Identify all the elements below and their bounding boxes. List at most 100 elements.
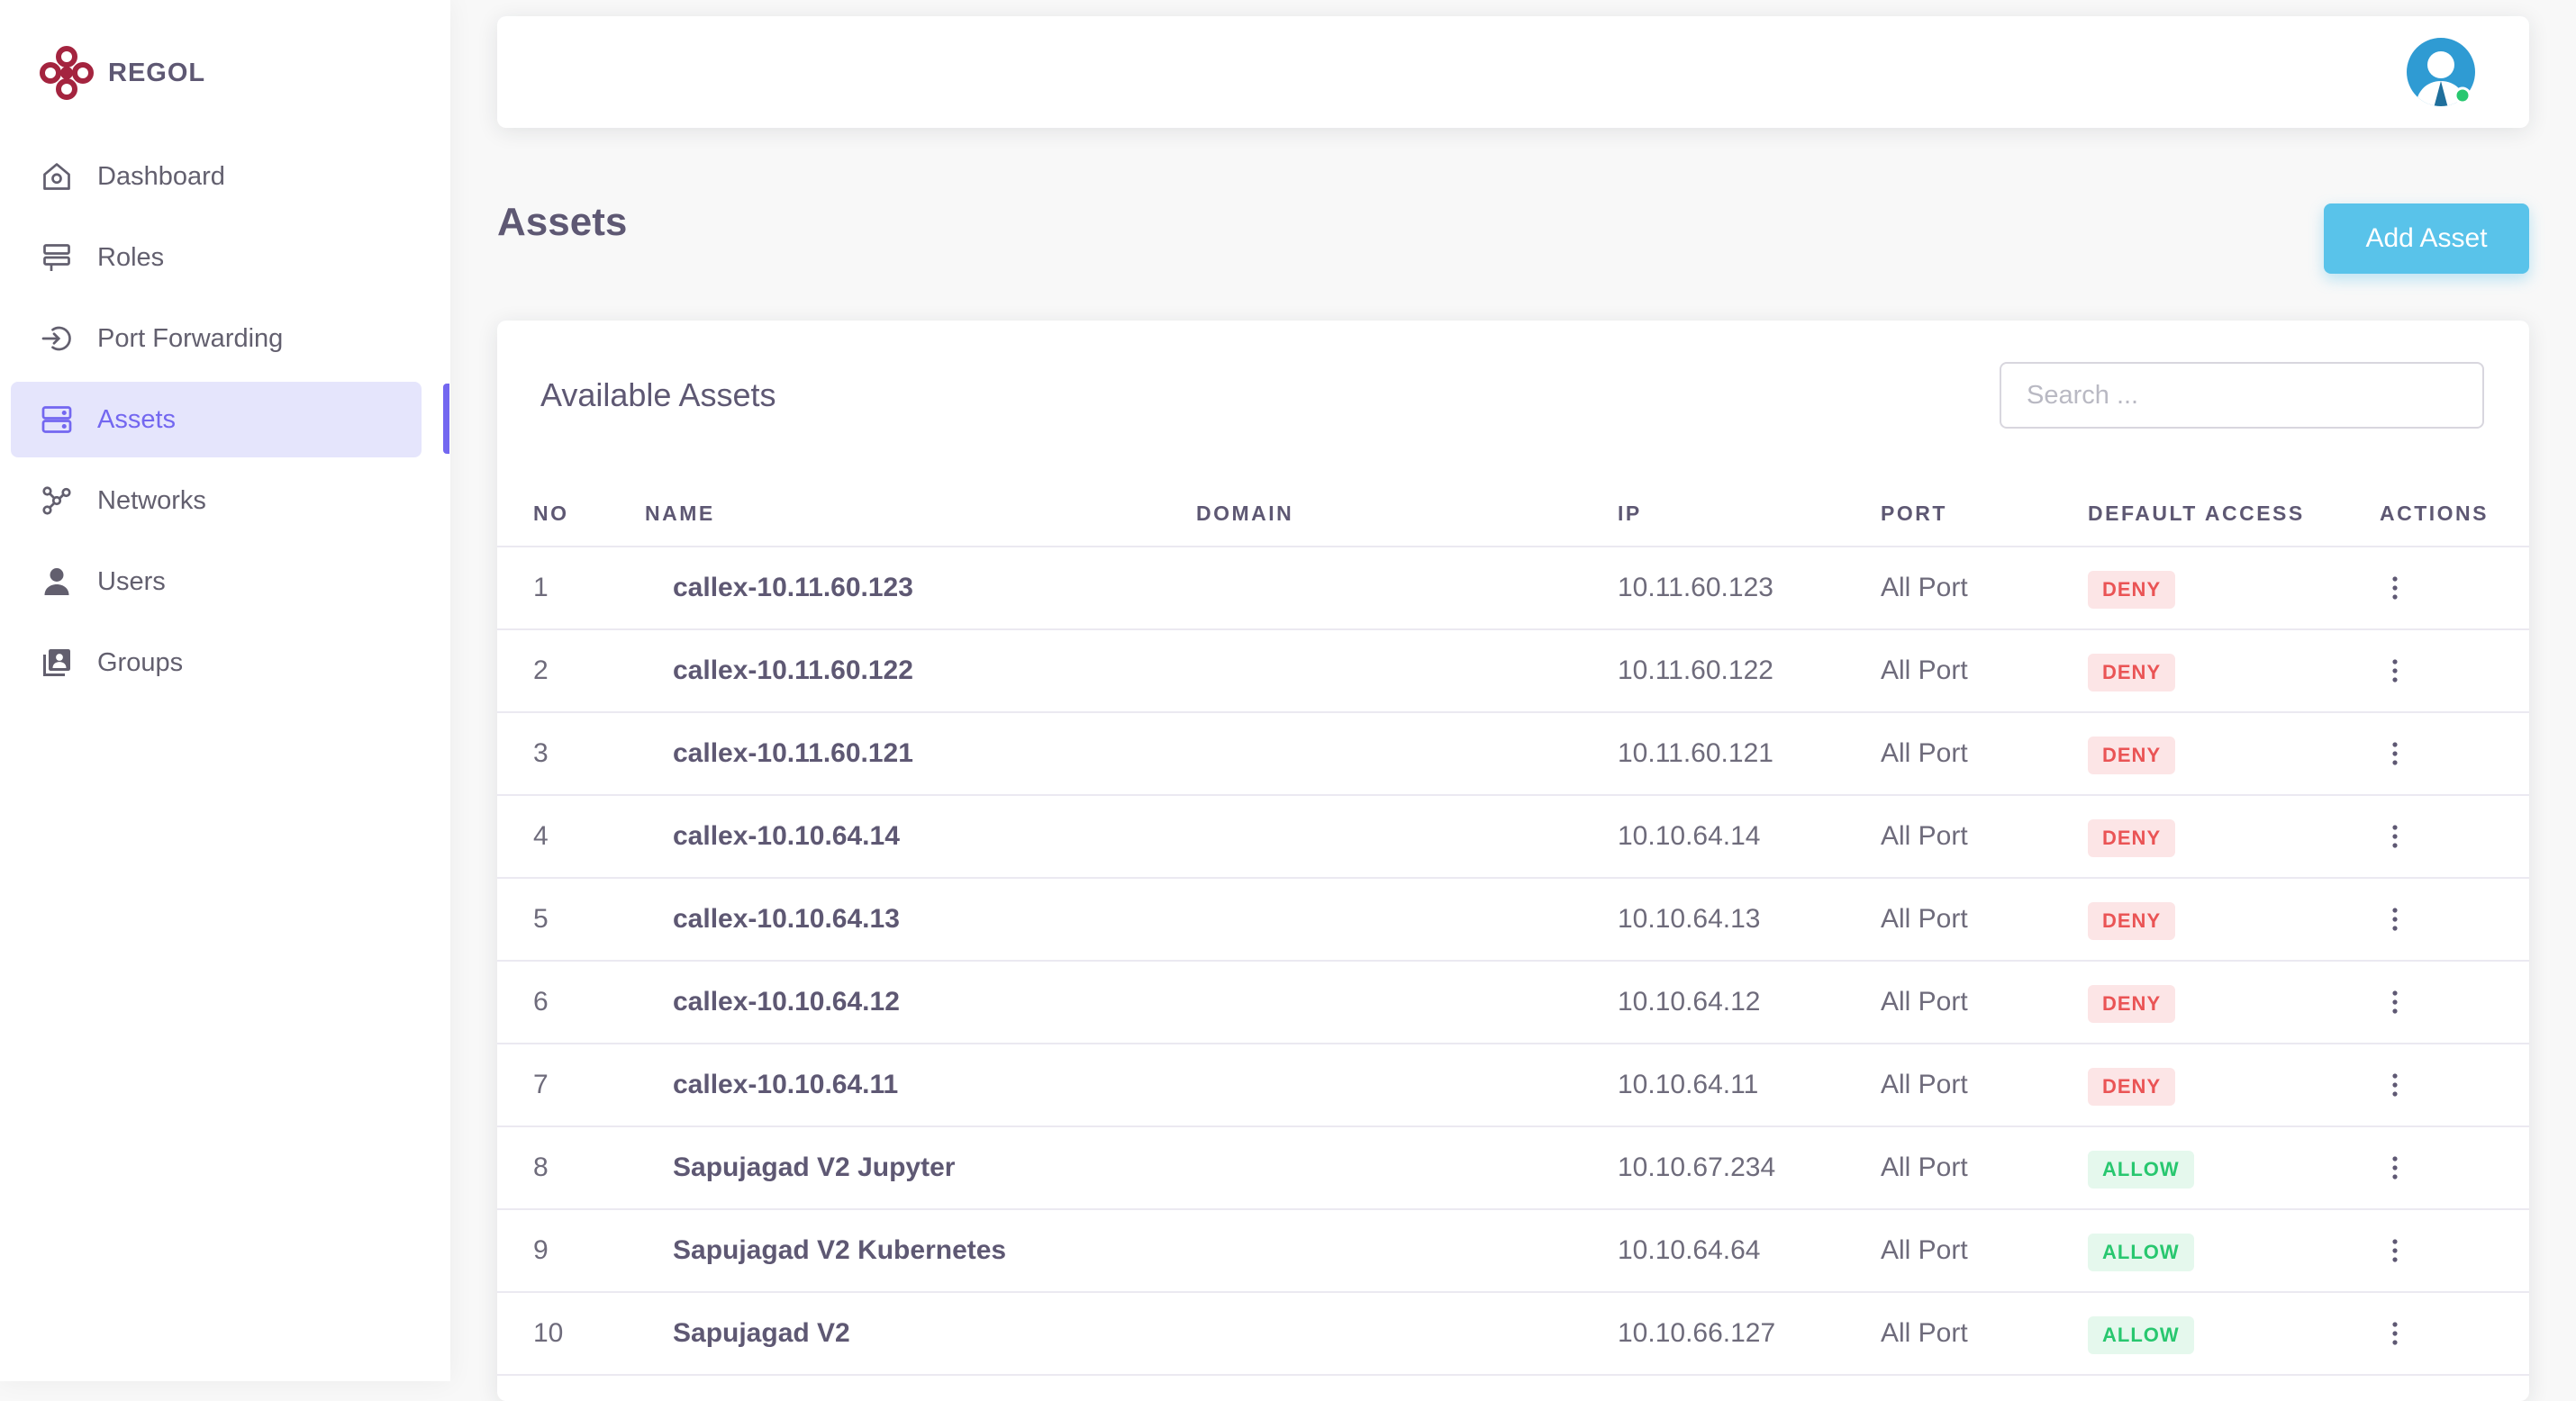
table-row[interactable]: 1 callex-10.11.60.123 10.11.60.123 All P… <box>497 547 2529 630</box>
cell-port: All Port <box>1881 1152 1968 1182</box>
table-row[interactable]: 10 Sapujagad V2 10.10.66.127 All Port AL… <box>497 1293 2529 1376</box>
column-header-default-access[interactable]: DEFAULT ACCESS <box>2088 481 2305 546</box>
cell-name: callex-10.11.60.122 <box>673 655 913 685</box>
table-row[interactable]: 6 callex-10.10.64.12 10.10.64.12 All Por… <box>497 962 2529 1044</box>
page-title: Assets <box>497 200 628 244</box>
status-badge: DENY <box>2088 737 2176 774</box>
more-vertical-icon[interactable] <box>2378 1316 2412 1351</box>
sidebar-item-assets[interactable]: Assets <box>11 382 422 457</box>
cell-ip: 10.10.64.14 <box>1618 821 1761 851</box>
cell-no: 5 <box>533 904 549 934</box>
more-vertical-icon[interactable] <box>2378 654 2412 688</box>
more-vertical-icon[interactable] <box>2378 902 2412 936</box>
table-row[interactable]: 7 callex-10.10.64.11 10.10.64.11 All Por… <box>497 1044 2529 1127</box>
column-header-actions: ACTIONS <box>2380 502 2489 525</box>
brand[interactable]: REGOL <box>38 43 205 103</box>
status-badge: ALLOW <box>2088 1234 2194 1271</box>
topbar <box>497 16 2529 128</box>
sidebar-item-label: Assets <box>97 404 177 434</box>
status-badge: DENY <box>2088 1068 2176 1106</box>
table-row[interactable]: 4 callex-10.10.64.14 10.10.64.14 All Por… <box>497 796 2529 879</box>
home-icon <box>40 159 74 194</box>
status-badge: DENY <box>2088 819 2176 857</box>
assets-card: Available Assets NO NAME DOMAIN IP PORT … <box>497 321 2529 1401</box>
cell-name: Sapujagad V2 Jupyter <box>673 1152 956 1182</box>
more-vertical-icon[interactable] <box>2378 1068 2412 1102</box>
cell-port: All Port <box>1881 738 1968 768</box>
cell-no: 2 <box>533 655 549 685</box>
column-header-name[interactable]: NAME <box>645 481 715 546</box>
cell-port: All Port <box>1881 573 1968 602</box>
sidebar-nav: Dashboard Roles Port Forwarding Assets N… <box>11 139 422 706</box>
cell-name: callex-10.11.60.123 <box>673 573 913 602</box>
avatar[interactable] <box>2405 36 2477 108</box>
table-row[interactable]: 2 callex-10.11.60.122 10.11.60.122 All P… <box>497 630 2529 713</box>
cell-name: callex-10.11.60.121 <box>673 738 913 768</box>
status-badge: ALLOW <box>2088 1316 2194 1354</box>
table-row[interactable]: 3 callex-10.11.60.121 10.11.60.121 All P… <box>497 713 2529 796</box>
server-icon <box>40 402 74 437</box>
sidebar-item-users[interactable]: Users <box>11 544 422 619</box>
table-body: 1 callex-10.11.60.123 10.11.60.123 All P… <box>497 547 2529 1376</box>
sidebar-item-roles[interactable]: Roles <box>11 220 422 295</box>
cell-name: callex-10.10.64.12 <box>673 987 900 1017</box>
table-row[interactable]: 5 callex-10.10.64.13 10.10.64.13 All Por… <box>497 879 2529 962</box>
card-title: Available Assets <box>540 376 776 413</box>
network-icon <box>40 484 74 518</box>
status-badge: DENY <box>2088 902 2176 940</box>
cell-port: All Port <box>1881 1070 1968 1099</box>
cell-no: 9 <box>533 1235 549 1265</box>
cell-port: All Port <box>1881 655 1968 685</box>
cell-name: Sapujagad V2 <box>673 1318 850 1348</box>
cell-port: All Port <box>1881 1235 1968 1265</box>
cell-ip: 10.10.66.127 <box>1618 1318 1776 1348</box>
column-header-ip[interactable]: IP <box>1618 481 1642 546</box>
roles-icon <box>40 240 74 275</box>
more-vertical-icon[interactable] <box>2378 737 2412 771</box>
status-badge: ALLOW <box>2088 1151 2194 1189</box>
groups-icon <box>40 646 74 680</box>
table-row[interactable]: 9 Sapujagad V2 Kubernetes 10.10.64.64 Al… <box>497 1210 2529 1293</box>
add-asset-button[interactable]: Add Asset <box>2324 203 2529 274</box>
sidebar-item-dashboard[interactable]: Dashboard <box>11 139 422 214</box>
status-badge: DENY <box>2088 985 2176 1023</box>
user-icon <box>40 565 74 599</box>
sidebar-item-label: Users <box>97 566 166 596</box>
cell-port: All Port <box>1881 987 1968 1017</box>
cell-ip: 10.10.67.234 <box>1618 1152 1776 1182</box>
cell-port: All Port <box>1881 821 1968 851</box>
column-header-port[interactable]: PORT <box>1881 481 1947 546</box>
column-header-domain[interactable]: DOMAIN <box>1196 481 1293 546</box>
sidebar-item-groups[interactable]: Groups <box>11 625 422 700</box>
more-vertical-icon[interactable] <box>2378 985 2412 1019</box>
table-row[interactable]: 8 Sapujagad V2 Jupyter 10.10.67.234 All … <box>497 1127 2529 1210</box>
cell-no: 8 <box>533 1152 549 1182</box>
cell-name: callex-10.10.64.13 <box>673 904 900 934</box>
sidebar-item-label: Networks <box>97 485 206 515</box>
cell-name: callex-10.10.64.11 <box>673 1070 899 1099</box>
cell-ip: 10.10.64.13 <box>1618 904 1761 934</box>
table-header: NO NAME DOMAIN IP PORT DEFAULT ACCESS AC… <box>497 481 2529 547</box>
cell-no: 7 <box>533 1070 549 1099</box>
cell-name: Sapujagad V2 Kubernetes <box>673 1235 1007 1265</box>
cell-ip: 10.11.60.121 <box>1618 738 1773 768</box>
more-vertical-icon[interactable] <box>2378 819 2412 854</box>
search-input[interactable] <box>2000 362 2484 429</box>
status-badge: DENY <box>2088 571 2176 609</box>
cell-no: 4 <box>533 821 549 851</box>
active-indicator <box>443 384 449 454</box>
more-vertical-icon[interactable] <box>2378 571 2412 605</box>
cell-no: 3 <box>533 738 549 768</box>
cell-no: 6 <box>533 987 549 1017</box>
sidebar-item-port-forwarding[interactable]: Port Forwarding <box>11 301 422 376</box>
more-vertical-icon[interactable] <box>2378 1234 2412 1268</box>
sidebar: REGOL Dashboard Roles Port Forwarding As… <box>0 0 450 1381</box>
column-header-no[interactable]: NO <box>533 481 569 546</box>
cell-ip: 10.10.64.64 <box>1618 1235 1761 1265</box>
cell-ip: 10.10.64.12 <box>1618 987 1761 1017</box>
sidebar-item-networks[interactable]: Networks <box>11 463 422 538</box>
more-vertical-icon[interactable] <box>2378 1151 2412 1185</box>
sidebar-item-label: Dashboard <box>97 161 225 191</box>
cell-ip: 10.11.60.123 <box>1618 573 1773 602</box>
cell-ip: 10.10.64.11 <box>1618 1070 1759 1099</box>
